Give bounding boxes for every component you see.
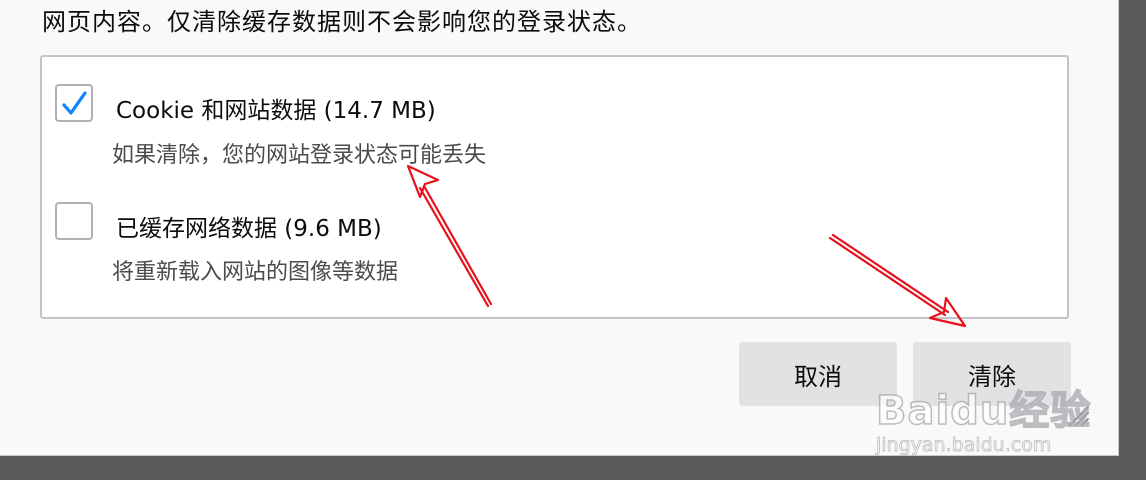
cache-option-description: 将重新载入网站的图像等数据 bbox=[112, 260, 399, 285]
cache-checkbox[interactable] bbox=[55, 202, 93, 240]
intro-text: 网页内容。仅清除缓存数据则不会影响您的登录状态。 bbox=[42, 8, 642, 36]
resize-grip-icon[interactable] bbox=[1066, 403, 1090, 427]
cache-option-label[interactable]: 已缓存网络数据 (9.6 MB) bbox=[116, 209, 382, 243]
checkmark-icon bbox=[62, 91, 87, 115]
cookies-checkbox[interactable] bbox=[55, 84, 93, 122]
clear-data-dialog: 网页内容。仅清除缓存数据则不会影响您的登录状态。 Cookie 和网站数据 (1… bbox=[0, 0, 1119, 456]
cancel-button[interactable]: 取消 bbox=[739, 342, 897, 406]
cookies-option-description: 如果清除，您的网站登录状态可能丢失 bbox=[112, 143, 487, 168]
data-options-box: Cookie 和网站数据 (14.7 MB) 如果清除，您的网站登录状态可能丢失… bbox=[40, 55, 1069, 319]
cookies-option-label[interactable]: Cookie 和网站数据 (14.7 MB) bbox=[116, 91, 436, 125]
clear-button[interactable]: 清除 bbox=[913, 342, 1071, 406]
